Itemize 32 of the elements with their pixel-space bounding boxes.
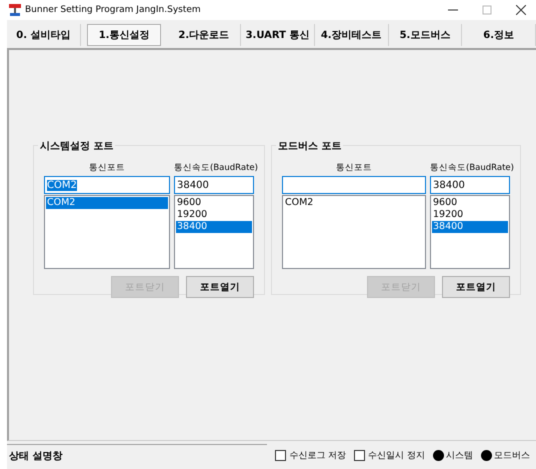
list-item[interactable]: 9600 (176, 197, 252, 209)
tab[interactable]: 1.통신설정 (86, 24, 162, 46)
checkbox-label: 수신일시 정지 (368, 450, 425, 462)
port-button[interactable]: 포트열기 (186, 276, 254, 298)
group-title: 모드버스 포트 (276, 139, 344, 153)
list-box[interactable]: 9600 19200 38400 (430, 195, 510, 269)
list-item[interactable]: 38400 (432, 221, 508, 233)
input-field[interactable]: 38400 (174, 176, 254, 194)
input-field[interactable]: COM2 (44, 176, 170, 194)
checkbox[interactable] (275, 450, 286, 460)
list-item[interactable]: COM2 (284, 197, 424, 209)
input-field[interactable] (282, 176, 426, 194)
port-button[interactable]: 포트열기 (442, 276, 510, 298)
app-icon (9, 4, 21, 16)
list-box[interactable]: COM2 (282, 195, 426, 269)
indicator-label: 시스템 (446, 450, 473, 462)
list-item[interactable]: 19200 (432, 209, 508, 221)
input-field[interactable]: 38400 (430, 176, 510, 194)
group-title: 시스템설정 포트 (38, 139, 116, 153)
port-label: 통신포트 (335, 162, 373, 175)
checkbox[interactable] (354, 450, 366, 460)
list-box[interactable]: 9600 19200 38400 (174, 195, 254, 269)
list-item[interactable]: 38400 (176, 221, 252, 233)
status-text: 상태 설명창 (7, 444, 268, 466)
port-label: 통신포트 (88, 162, 126, 175)
indicator-label: 모드버스 (494, 450, 530, 462)
list-item[interactable]: 19200 (176, 209, 252, 221)
window-title: Bunner Setting Program JangIn.System (25, 5, 202, 15)
list-item[interactable]: COM2 (46, 197, 168, 209)
list-box[interactable]: COM2 (44, 195, 170, 269)
checkbox-label: 수신로그 저장 (289, 450, 346, 462)
list-item[interactable]: 9600 (432, 197, 508, 209)
